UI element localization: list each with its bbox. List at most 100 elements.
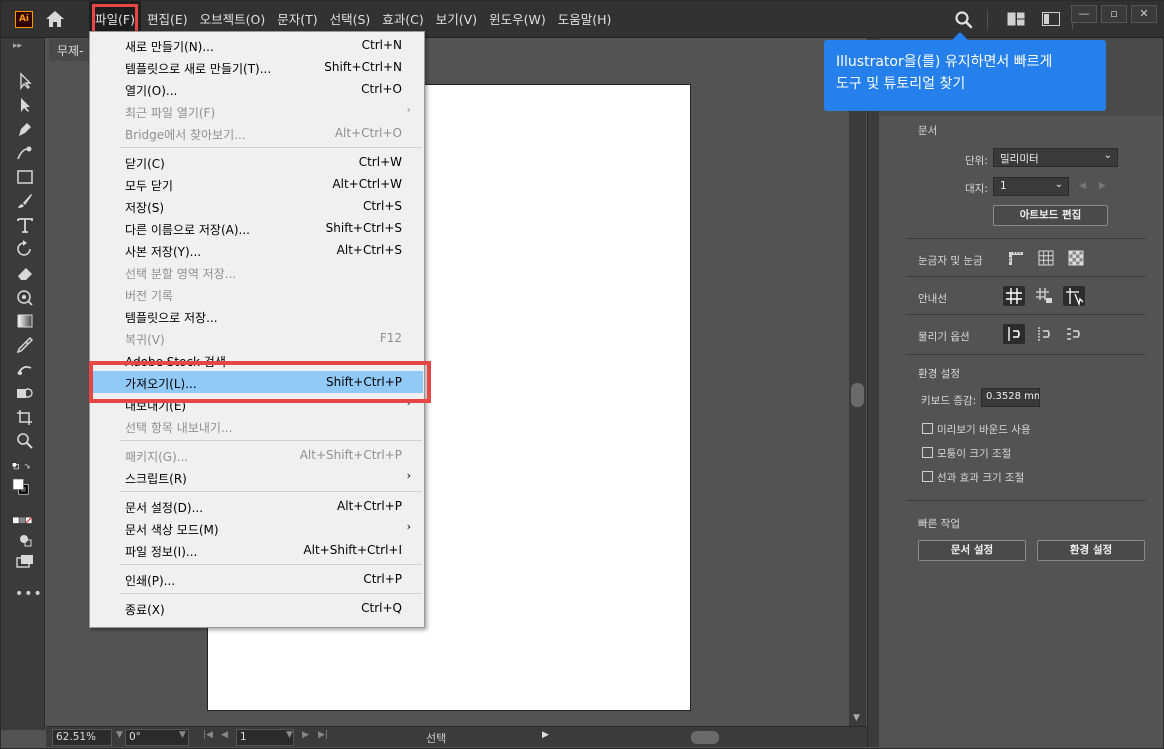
next-artboard-arrow-icon[interactable]: ▶	[1099, 181, 1106, 191]
selection-tool-icon[interactable]	[15, 72, 35, 91]
file-menu-item[interactable]: 다른 이름으로 저장(A)... Shift+Ctrl+S	[91, 217, 423, 239]
scrollbar-thumb[interactable]	[851, 383, 864, 407]
file-menu-item[interactable]: 닫기(C) Ctrl+W	[91, 151, 423, 173]
menu-item-label: 저장(S)	[125, 201, 165, 215]
edit-artboard-button[interactable]: 아트보드 편집	[993, 205, 1108, 226]
file-menu-item[interactable]: 종료(X) Ctrl+Q	[91, 597, 423, 619]
paintbrush-tool-icon[interactable]	[15, 192, 35, 210]
file-menu-item[interactable]: 스크립트(R) ›	[91, 466, 423, 488]
file-menu-item[interactable]: 템플릿으로 저장...	[91, 305, 423, 327]
rotate-tool-icon[interactable]	[15, 240, 35, 258]
menu-window[interactable]: 윈도우(W)	[483, 1, 552, 38]
direct-selection-tool-icon[interactable]	[15, 96, 35, 114]
drawing-mode-icon[interactable]	[15, 530, 35, 548]
zoom-dropdown-icon[interactable]: ▼	[116, 730, 123, 740]
file-menu-item[interactable]: 인쇄(P)... Ctrl+P	[91, 568, 423, 590]
file-menu-item[interactable]: 저장(S) Ctrl+S	[91, 195, 423, 217]
restore-button[interactable]: ▫	[1101, 5, 1127, 23]
vertical-scrollbar[interactable]: ▼	[849, 61, 866, 726]
collapse-toolbar-icon[interactable]: ▸▸	[13, 41, 22, 51]
pen-tool-icon[interactable]	[15, 120, 35, 138]
minimize-button[interactable]: —	[1071, 5, 1097, 23]
preview-bounds-label: 미리보기 바운드 사용	[937, 424, 1031, 436]
scale-strokes-checkbox[interactable]	[922, 471, 933, 482]
puppet-warp-tool-icon[interactable]	[15, 288, 35, 306]
snap-to-glyph-icon[interactable]	[1063, 324, 1085, 344]
workspace-icon[interactable]	[1042, 12, 1060, 26]
status-text[interactable]: 선택	[426, 730, 446, 746]
preview-bounds-checkbox[interactable]	[922, 423, 933, 434]
menu-item-label: 선택 분할 영역 저장...	[125, 267, 237, 281]
document-setup-button[interactable]: 문서 설정	[918, 540, 1026, 561]
default-colors-icon[interactable]	[11, 458, 43, 476]
artboard-value: 1	[1000, 180, 1007, 192]
scroll-down-icon[interactable]: ▼	[853, 713, 860, 723]
screen-mode-icon[interactable]	[15, 552, 35, 570]
snap-to-pixel-icon[interactable]	[1033, 324, 1055, 344]
blend-tool-icon[interactable]	[15, 360, 35, 378]
home-icon[interactable]	[45, 10, 65, 28]
artboard-tool-icon[interactable]	[15, 408, 35, 426]
artboard-select[interactable]: 1 ⌄	[993, 177, 1069, 196]
scale-corners-checkbox[interactable]	[922, 447, 933, 458]
menu-view[interactable]: 보기(V)	[430, 1, 483, 38]
zoom-tool-icon[interactable]	[15, 432, 35, 450]
fill-stroke-swatch-icon[interactable]	[11, 478, 41, 508]
keyboard-increment-input[interactable]: 0.3528 mm	[981, 388, 1040, 407]
file-menu-item[interactable]: 모두 닫기 Alt+Ctrl+W	[91, 173, 423, 195]
lock-guides-icon[interactable]	[1033, 286, 1055, 306]
previous-artboard-icon[interactable]: ◀	[221, 730, 228, 740]
file-menu-item[interactable]: 열기(O)... Ctrl+O	[91, 78, 423, 100]
unit-select[interactable]: 밀리미터 ⌄	[993, 148, 1118, 167]
previous-artboard-arrow-icon[interactable]: ◀	[1079, 181, 1086, 191]
menu-help[interactable]: 도움말(H)	[552, 1, 618, 38]
menu-item-shortcut: Ctrl+Q	[361, 601, 402, 615]
file-menu-item[interactable]: 새로 만들기(N)... Ctrl+N	[91, 34, 423, 56]
horizontal-scrollbar-thumb[interactable]	[691, 731, 719, 744]
arrange-documents-icon[interactable]	[1007, 12, 1025, 26]
rectangle-tool-icon[interactable]	[15, 168, 35, 186]
panel-dock-edge	[867, 38, 879, 747]
file-menu-item: 최근 파일 열기(F) ›	[91, 100, 423, 122]
file-menu-item: Bridge에서 찾아보기... Alt+Ctrl+O	[91, 122, 423, 144]
color-mode-icon[interactable]	[13, 512, 41, 530]
preferences-button[interactable]: 환경 설정	[1037, 540, 1145, 561]
status-menu-icon[interactable]: ▶	[542, 730, 549, 740]
file-menu-item[interactable]: 문서 색상 모드(M) ›	[91, 517, 423, 539]
file-menu-dropdown: 새로 만들기(N)... Ctrl+N 템플릿으로 새로 만들기(T)... Shif…	[89, 31, 425, 628]
type-tool-icon[interactable]	[15, 216, 35, 234]
submenu-arrow-icon: ›	[406, 520, 411, 533]
curvature-tool-icon[interactable]	[15, 144, 35, 162]
close-button[interactable]: ✕	[1131, 5, 1157, 23]
next-artboard-icon[interactable]: ▶	[302, 730, 309, 740]
show-guides-icon[interactable]	[1003, 286, 1025, 306]
menu-item-label: 모두 닫기	[125, 179, 173, 193]
file-menu-item[interactable]: 사본 저장(Y)... Alt+Ctrl+S	[91, 239, 423, 261]
gradient-tool-icon[interactable]	[15, 312, 35, 330]
document-tab[interactable]: 무제-	[49, 39, 91, 61]
properties-panel: 문서 단위: 밀리미터 ⌄ 대지: 1 ⌄ ◀ ▶ 아트보드 편집 눈금자 및 …	[879, 38, 1163, 747]
eyedropper-tool-icon[interactable]	[15, 336, 35, 354]
scale-strokes-label: 선과 효과 크기 조절	[937, 472, 1025, 484]
transparency-grid-icon[interactable]	[1065, 248, 1087, 268]
search-icon[interactable]	[954, 10, 974, 30]
menu-item-shortcut: Alt+Ctrl+O	[334, 126, 402, 140]
grid-icon[interactable]	[1035, 248, 1057, 268]
last-artboard-icon[interactable]: ▶|	[318, 730, 328, 740]
artboard-nav-dropdown-icon[interactable]: ▼	[286, 730, 293, 740]
chevron-down-icon: ⌄	[1103, 150, 1112, 161]
first-artboard-icon[interactable]: |◀	[203, 730, 213, 740]
snap-to-point-icon[interactable]	[1003, 324, 1025, 344]
ruler-icon[interactable]	[1005, 248, 1027, 268]
file-menu-item[interactable]: 문서 설정(D)... Alt+Ctrl+P	[91, 495, 423, 517]
menu-item-shortcut: Shift+Ctrl+S	[325, 221, 402, 235]
eraser-tool-icon[interactable]	[15, 264, 35, 282]
rotation-dropdown-icon[interactable]: ▼	[179, 730, 186, 740]
edit-toolbar-icon[interactable]: •••	[15, 586, 43, 602]
shape-builder-tool-icon[interactable]	[15, 384, 35, 402]
smart-guides-icon[interactable]	[1063, 286, 1085, 307]
zoom-field[interactable]: 62.51%	[52, 729, 112, 746]
file-menu-item[interactable]: 템플릿으로 새로 만들기(T)... Shift+Ctrl+N	[91, 56, 423, 78]
menu-separator	[120, 440, 422, 441]
file-menu-item[interactable]: 파일 정보(I)... Alt+Shift+Ctrl+I	[91, 539, 423, 561]
